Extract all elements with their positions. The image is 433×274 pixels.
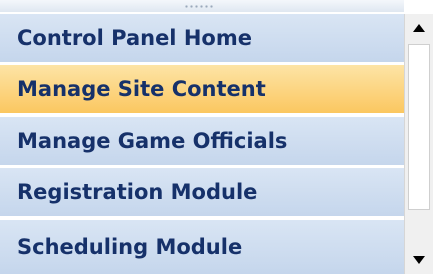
menu-item-label: Control Panel Home xyxy=(17,26,252,50)
menu-item-scheduling-module[interactable]: Scheduling Module xyxy=(0,220,404,274)
menu-item-registration-module[interactable]: Registration Module xyxy=(0,168,404,218)
menu-item-manage-game-officials[interactable]: Manage Game Officials xyxy=(0,117,404,167)
menu-item-label: Manage Game Officials xyxy=(17,129,288,153)
vertical-scrollbar[interactable] xyxy=(404,14,433,274)
menu-item-label: Manage Site Content xyxy=(17,77,266,101)
resize-grip-bar[interactable] xyxy=(0,0,404,12)
grip-handle-icon[interactable] xyxy=(184,5,214,8)
triangle-down-icon xyxy=(413,256,425,264)
menu-item-label: Scheduling Module xyxy=(17,235,243,259)
menu-item-label: Registration Module xyxy=(17,180,258,204)
menu-item-control-panel-home[interactable]: Control Panel Home xyxy=(0,14,404,64)
triangle-up-icon xyxy=(413,24,425,32)
scroll-down-button[interactable] xyxy=(405,246,433,274)
navigation-panel: Control Panel Home Manage Site Content M… xyxy=(0,0,433,274)
navigation-menu: Control Panel Home Manage Site Content M… xyxy=(0,14,404,274)
menu-item-manage-site-content[interactable]: Manage Site Content xyxy=(0,65,404,115)
scroll-up-button[interactable] xyxy=(405,14,433,42)
scrollbar-thumb[interactable] xyxy=(408,44,430,210)
